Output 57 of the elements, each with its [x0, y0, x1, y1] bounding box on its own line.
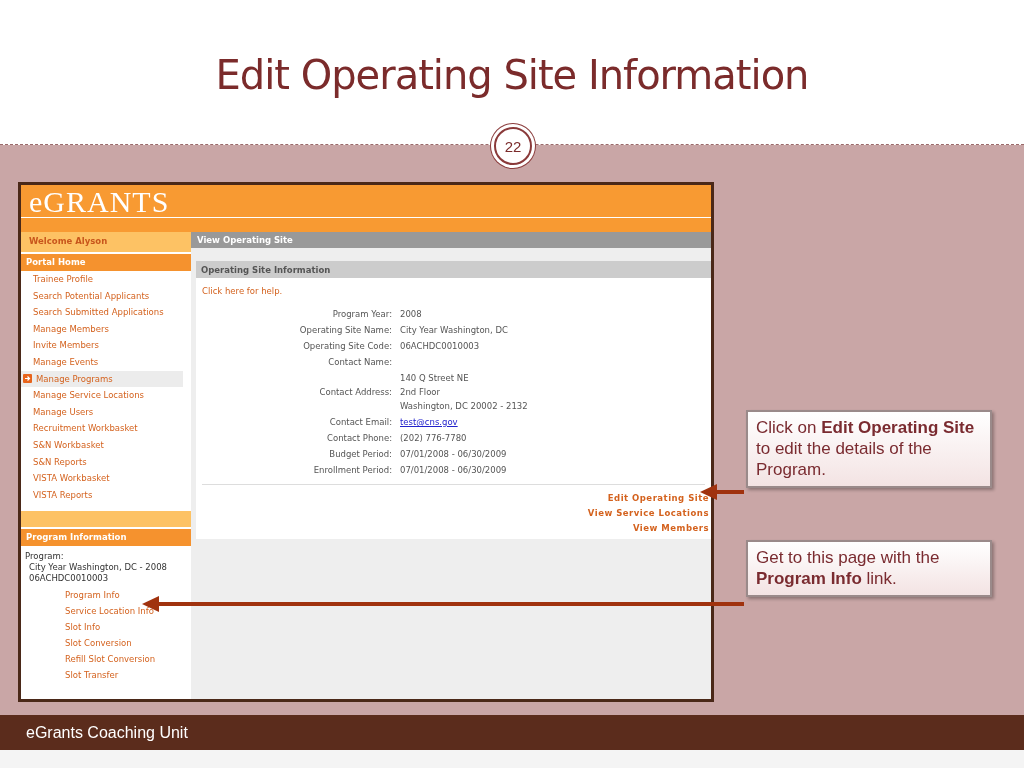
sidebar-link[interactable]: Refill Slot Conversion: [21, 651, 191, 668]
program-name: City Year Washington, DC - 2008: [29, 562, 167, 573]
sidebar-link[interactable]: Slot Info: [21, 619, 191, 636]
sidebar-link[interactable]: Slot Conversion: [21, 635, 191, 652]
sidebar-item[interactable]: Search Submitted Applications: [21, 304, 191, 321]
sidebar-item[interactable]: VISTA Reports: [21, 486, 191, 504]
action-link[interactable]: View Service Locations: [587, 508, 709, 518]
sidebar-item[interactable]: Manage Programs: [21, 370, 183, 388]
sidebar-link[interactable]: Program Info: [21, 587, 191, 604]
callout-text: Get to this page with the Program Info link.: [746, 540, 992, 597]
sidebar-item[interactable]: Trainee Profile: [21, 271, 191, 288]
field-label: Contact Name:: [327, 357, 392, 367]
field-value: 07/01/2008 - 06/30/2009: [400, 465, 508, 475]
footer-text: eGrants Coaching Unit: [26, 723, 188, 742]
field-label: Contact Address:: [318, 387, 392, 397]
sidebar-item[interactable]: Search Potential Applicants: [21, 287, 191, 305]
sidebar-item[interactable]: VISTA Workbasket: [21, 470, 191, 487]
sidebar-item[interactable]: S&N Workbasket: [21, 436, 191, 454]
field-value: Washington, DC 20002 - 2132: [400, 401, 529, 411]
field-label: Contact Email:: [328, 417, 392, 427]
sidebar-item[interactable]: Manage Users: [21, 403, 191, 421]
program-label: Program:: [25, 551, 64, 562]
action-link[interactable]: Edit Operating Site: [607, 493, 709, 503]
email-link[interactable]: test@cns.gov: [400, 417, 711, 427]
slide-title: Edit Operating Site Information: [215, 52, 809, 98]
sidebar-link[interactable]: Service Location Info: [21, 603, 191, 620]
sidebar-item[interactable]: Manage Service Locations: [21, 387, 191, 404]
sidebar-item[interactable]: Manage Members: [21, 320, 191, 338]
field-label: Program Year:: [331, 309, 392, 319]
panel-title: Operating Site Information: [196, 261, 711, 278]
field-value: (202) 776-7780: [400, 433, 468, 443]
callout-text: Click on Edit Operating Site to edit the details of the Program.: [746, 410, 992, 488]
field-value: 2008: [400, 309, 423, 319]
field-value: 06ACHDC0010003: [400, 341, 481, 351]
sidebar-item[interactable]: S&N Reports: [21, 453, 191, 471]
field-label: Operating Site Code:: [302, 341, 392, 351]
field-label: Contact Phone:: [326, 433, 392, 443]
section-header: Program Information: [21, 529, 191, 547]
field-value: 140 Q Street NE: [400, 373, 470, 383]
field-label: Budget Period:: [328, 449, 392, 459]
field-value: 07/01/2008 - 06/30/2009: [400, 449, 508, 459]
sidebar-link[interactable]: Slot Transfer: [21, 667, 191, 684]
arrow-icon: [23, 374, 32, 384]
logo: eGRANTS: [21, 185, 711, 218]
program-code: 06ACHDC0010003: [29, 573, 109, 584]
field-value: 2nd Floor: [400, 387, 442, 397]
sidebar-item[interactable]: Invite Members: [21, 337, 191, 354]
help-link[interactable]: Click here for help.: [202, 286, 283, 296]
welcome-text: Welcome Alyson: [21, 232, 191, 252]
action-link[interactable]: View Members: [632, 523, 709, 533]
field-label: Enrollment Period:: [312, 465, 392, 475]
page-title: View Operating Site: [191, 232, 711, 248]
section-header[interactable]: Portal Home: [21, 254, 191, 271]
field-label: Operating Site Name:: [298, 325, 392, 335]
sidebar-item[interactable]: Recruitment Workbasket: [21, 420, 191, 437]
field-value: City Year Washington, DC: [400, 325, 509, 335]
sidebar-item[interactable]: Manage Events: [21, 353, 191, 371]
